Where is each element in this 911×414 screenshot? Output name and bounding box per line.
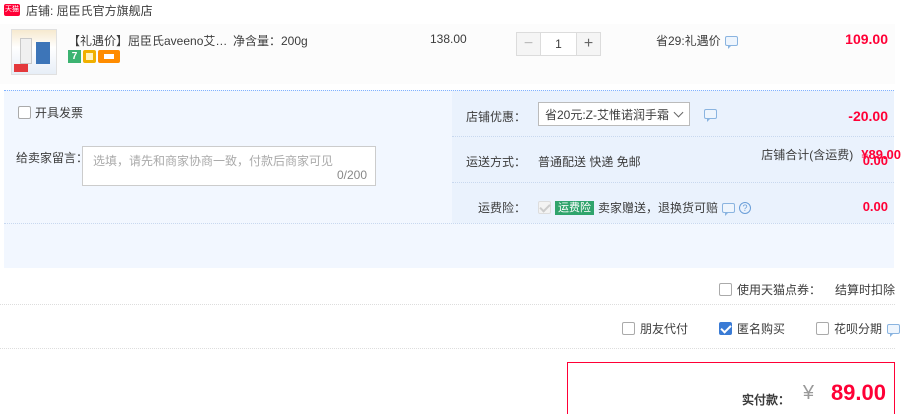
friend-pay-checkbox[interactable] <box>622 322 635 335</box>
credit-card-icon[interactable] <box>98 50 120 63</box>
tmall-points-option[interactable]: 使用天猫点券： <box>719 281 821 298</box>
invoice-option[interactable]: 开具发票 <box>18 104 83 121</box>
promo-info: 省29:礼遇价 <box>656 32 738 49</box>
payment-summary-box: 实付款： ¥ 89.00 <box>567 362 895 414</box>
insurance-label: 运费险： <box>477 201 526 215</box>
friend-pay-label: 朋友代付 <box>640 322 689 336</box>
payment-currency: ¥ <box>802 382 814 404</box>
shop-name[interactable]: 店铺: 屈臣氏官方旗舰店 <box>26 2 153 19</box>
product-tag-graphic <box>14 64 28 72</box>
payment-amount: 89.00 <box>830 380 886 405</box>
insurance-text: 卖家赠送，退换货可赔 <box>598 201 719 215</box>
tmall-points-label: 使用天猫点券： <box>737 283 822 297</box>
message-label: 给卖家留言： <box>16 151 89 165</box>
divider <box>0 304 895 305</box>
shipping-method: 普通配送 快递 免邮 <box>538 155 641 169</box>
guarantee-icon[interactable] <box>83 50 96 63</box>
insurance-badge: 运费险 <box>555 200 594 215</box>
huabei-installment-option[interactable]: 花呗分期 <box>816 320 901 337</box>
friend-pay-option[interactable]: 朋友代付 <box>622 320 688 337</box>
insurance-checkbox <box>538 201 551 214</box>
product-thumbnail[interactable] <box>11 29 57 75</box>
service-icons: 7 <box>68 50 120 63</box>
coupon-amount: -20.00 <box>848 108 888 124</box>
tmall-points-checkbox[interactable] <box>719 283 732 296</box>
shop-total-bar <box>4 223 894 268</box>
unit-price: 138.00 <box>430 32 467 46</box>
quantity-input[interactable] <box>541 32 576 56</box>
tmall-points-note: 结算时扣除 <box>834 283 895 297</box>
huabei-label: 花呗分期 <box>834 322 883 336</box>
quantity-increase-button[interactable]: + <box>576 32 601 56</box>
shop-total-amount: ¥89.00 <box>861 147 901 162</box>
coupon-comment-icon[interactable] <box>704 109 717 122</box>
shop-total-label: 店铺合计(含运费) <box>761 148 854 162</box>
seven-day-return-icon[interactable]: 7 <box>68 50 81 63</box>
invoice-label: 开具发票 <box>35 106 84 120</box>
product-bottle-graphic <box>36 42 50 64</box>
anonymous-purchase-checkbox[interactable] <box>719 322 732 335</box>
quantity-stepper: − + <box>516 32 601 56</box>
shipping-label: 运送方式： <box>465 155 526 169</box>
divider <box>0 348 895 349</box>
divider <box>452 182 894 183</box>
product-spec: 净含量：200g <box>233 34 308 48</box>
shipping-insurance: 运费险 卖家赠送，退换货可赔 ? <box>538 199 752 216</box>
order-options-panel: 开具发票 给卖家留言： 0/200 店铺优惠： 省20元:Z-艾惟诺润手霜 -2… <box>4 90 894 268</box>
message-char-count: 0/200 <box>336 168 367 182</box>
tmall-logo-icon: 天猫 <box>4 4 20 16</box>
insurance-comment-icon[interactable] <box>722 202 736 216</box>
chevron-down-icon <box>673 107 684 118</box>
message-field-container: 0/200 <box>82 146 376 186</box>
coupon-select[interactable]: 省20元:Z-艾惟诺润手霜 <box>538 102 690 126</box>
message-to-seller-input[interactable] <box>83 147 375 185</box>
insurance-amount: 0.00 <box>862 199 888 214</box>
invoice-checkbox[interactable] <box>18 106 31 119</box>
huabei-comment-icon[interactable] <box>887 323 901 337</box>
help-icon[interactable]: ? <box>739 201 752 214</box>
shop-total: 店铺合计(含运费) ¥89.00 <box>761 146 901 163</box>
anonymous-purchase-label: 匿名购买 <box>737 322 786 336</box>
divider <box>452 136 894 137</box>
huabei-checkbox[interactable] <box>816 322 829 335</box>
coupon-selected-value: 省20元:Z-艾惟诺润手霜 <box>545 107 670 122</box>
shop-header: 天猫 店铺: 屈臣氏官方旗舰店 <box>0 0 911 20</box>
product-tube-graphic <box>20 38 32 64</box>
promo-text: 省29:礼遇价 <box>656 34 721 48</box>
quantity-decrease-button[interactable]: − <box>516 32 541 56</box>
coupon-label: 店铺优惠： <box>465 110 526 124</box>
promo-comment-icon[interactable] <box>724 35 738 49</box>
anonymous-purchase-option[interactable]: 匿名购买 <box>719 320 785 337</box>
product-title[interactable]: 【礼遇价】屈臣氏aveeno艾惟诺 <box>68 32 228 49</box>
order-item-row: 【礼遇价】屈臣氏aveeno艾惟诺 7 净含量：200g 138.00 − + … <box>0 24 895 84</box>
payment-label: 实付款： <box>741 393 790 407</box>
item-subtotal: 109.00 <box>845 31 888 47</box>
